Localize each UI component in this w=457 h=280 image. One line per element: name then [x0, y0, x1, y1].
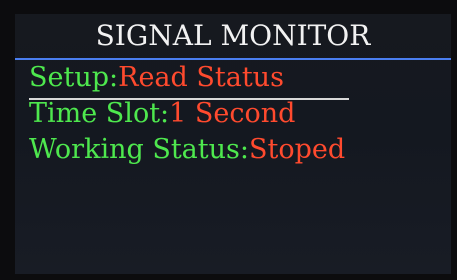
- lcd-screen: SIGNAL MONITOR Setup:Read Status Time Sl…: [15, 14, 451, 274]
- setup-value: Read Status: [118, 62, 284, 93]
- time-slot-label: Time Slot:: [29, 98, 170, 129]
- screen-title: SIGNAL MONITOR: [95, 19, 371, 52]
- setup-label: Setup:: [29, 62, 119, 93]
- menu-item-working-status[interactable]: Working Status:Stoped: [29, 132, 345, 168]
- working-status-label: Working Status:: [29, 134, 249, 165]
- working-status-value: Stoped: [248, 134, 346, 165]
- menu-item-setup[interactable]: Setup:Read Status: [29, 60, 284, 96]
- menu-item-time-slot[interactable]: Time Slot:1 Second: [29, 96, 295, 132]
- time-slot-value: 1 Second: [169, 98, 296, 129]
- display-bezel: SIGNAL MONITOR Setup:Read Status Time Sl…: [0, 0, 457, 280]
